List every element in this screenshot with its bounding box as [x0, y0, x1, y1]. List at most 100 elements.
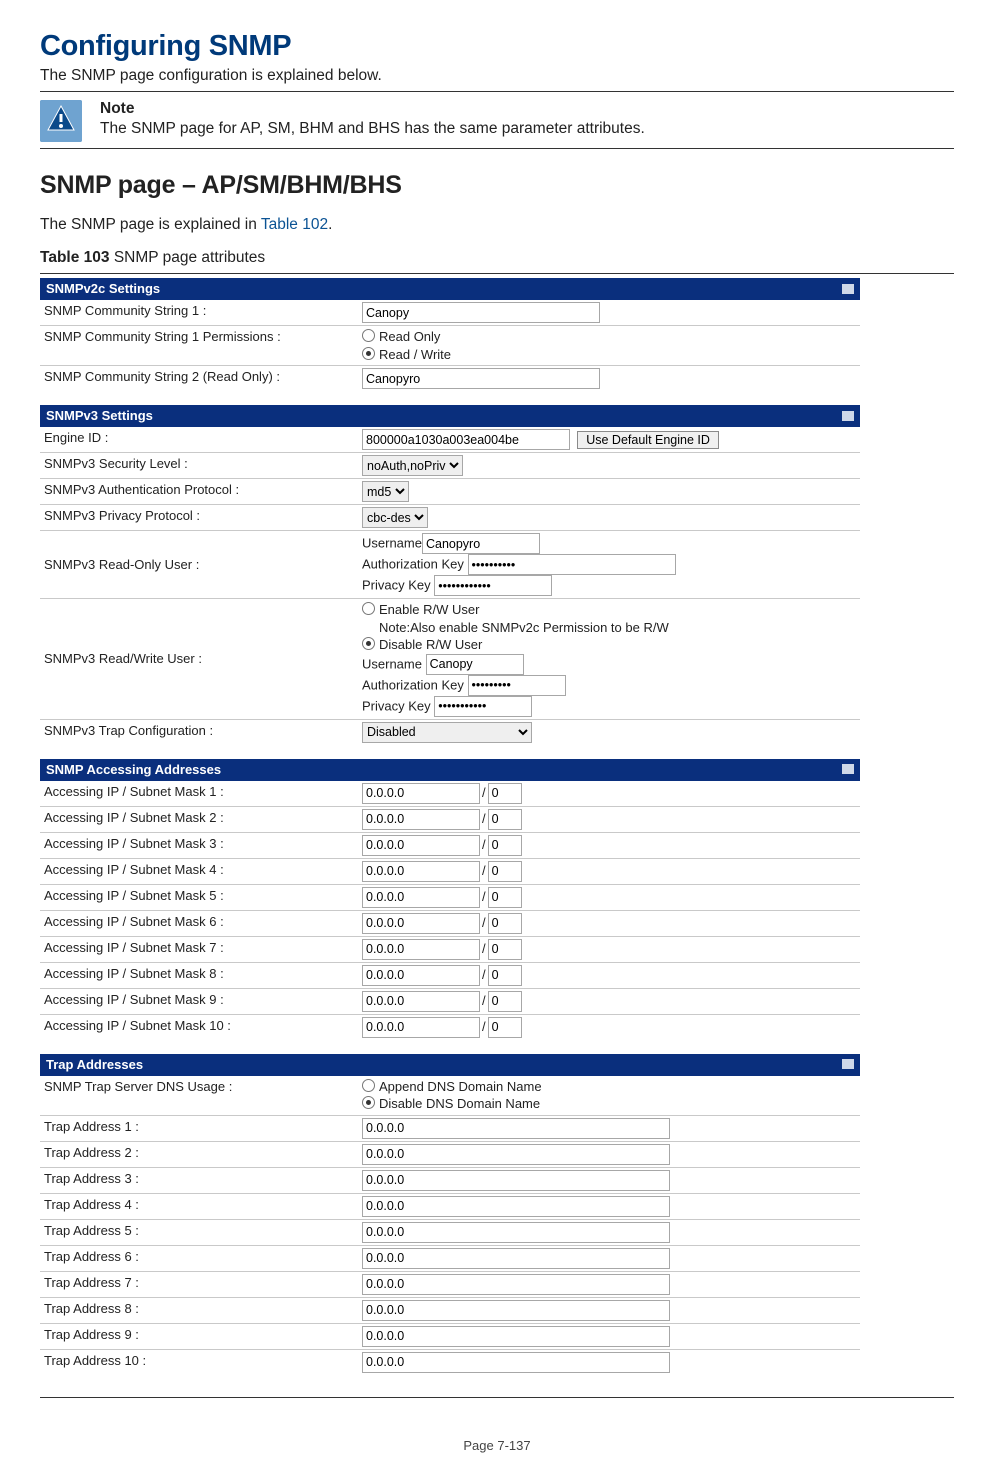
label-access-row: Accessing IP / Subnet Mask 1 :	[40, 781, 358, 807]
label-dns-usage: SNMP Trap Server DNS Usage :	[40, 1076, 358, 1116]
label-access-row: Accessing IP / Subnet Mask 6 :	[40, 910, 358, 936]
select-trap-config[interactable]: Disabled	[362, 722, 532, 743]
radio-append-dns[interactable]	[362, 1079, 375, 1092]
divider	[40, 148, 954, 149]
input-access-ip[interactable]	[362, 913, 480, 934]
label-auth-proto: SNMPv3 Authentication Protocol :	[40, 479, 358, 505]
label-trap-row: Trap Address 10 :	[40, 1349, 358, 1375]
label-trap-config: SNMPv3 Trap Configuration :	[40, 719, 358, 745]
input-access-ip[interactable]	[362, 835, 480, 856]
input-ro-authkey[interactable]	[468, 554, 676, 575]
input-trap-ip[interactable]	[362, 1118, 670, 1139]
input-access-mask[interactable]	[488, 835, 522, 856]
select-priv-proto[interactable]: cbc-des	[362, 507, 428, 528]
label-cs2: SNMP Community String 2 (Read Only) :	[40, 366, 358, 392]
collapse-icon[interactable]	[842, 1059, 854, 1069]
input-rw-privkey[interactable]	[434, 696, 532, 717]
label-access-row: Accessing IP / Subnet Mask 5 :	[40, 884, 358, 910]
input-access-mask[interactable]	[488, 939, 522, 960]
note-body: The SNMP page for AP, SM, BHM and BHS ha…	[100, 120, 645, 138]
label-priv-proto: SNMPv3 Privacy Protocol :	[40, 505, 358, 531]
label-sec-level: SNMPv3 Security Level :	[40, 453, 358, 479]
input-access-ip[interactable]	[362, 939, 480, 960]
label-access-row: Accessing IP / Subnet Mask 2 :	[40, 806, 358, 832]
label-cs1-perm: SNMP Community String 1 Permissions :	[40, 326, 358, 366]
panel-heading: Trap Addresses	[46, 1057, 143, 1072]
input-access-mask[interactable]	[488, 809, 522, 830]
input-access-mask[interactable]	[488, 1017, 522, 1038]
input-cs2[interactable]	[362, 368, 600, 389]
input-access-mask[interactable]	[488, 965, 522, 986]
label-trap-row: Trap Address 3 :	[40, 1167, 358, 1193]
input-access-mask[interactable]	[488, 913, 522, 934]
label-access-row: Accessing IP / Subnet Mask 3 :	[40, 832, 358, 858]
input-rw-authkey[interactable]	[468, 675, 566, 696]
input-access-mask[interactable]	[488, 991, 522, 1012]
panel-heading: SNMPv3 Settings	[46, 408, 153, 423]
label-rw-user: SNMPv3 Read/Write User :	[40, 599, 358, 720]
input-engine-id[interactable]	[362, 429, 570, 450]
collapse-icon[interactable]	[842, 764, 854, 774]
collapse-icon[interactable]	[842, 411, 854, 421]
input-rw-username[interactable]	[426, 654, 524, 675]
label-access-row: Accessing IP / Subnet Mask 7 :	[40, 936, 358, 962]
input-access-ip[interactable]	[362, 991, 480, 1012]
input-access-ip[interactable]	[362, 965, 480, 986]
section-title: SNMP page – AP/SM/BHM/BHS	[40, 171, 954, 200]
label-access-row: Accessing IP / Subnet Mask 10 :	[40, 1014, 358, 1040]
input-access-ip[interactable]	[362, 861, 480, 882]
panel-access-addresses: SNMP Accessing Addresses Accessing IP / …	[40, 759, 860, 1040]
input-trap-ip[interactable]	[362, 1274, 670, 1295]
note-block: Note The SNMP page for AP, SM, BHM and B…	[40, 100, 954, 142]
input-trap-ip[interactable]	[362, 1300, 670, 1321]
input-access-ip[interactable]	[362, 887, 480, 908]
note-icon	[40, 100, 82, 142]
radio-enable-rw[interactable]	[362, 602, 375, 615]
intro-text: The SNMP page configuration is explained…	[40, 67, 954, 85]
input-access-ip[interactable]	[362, 809, 480, 830]
note-title: Note	[100, 100, 645, 118]
input-access-mask[interactable]	[488, 887, 522, 908]
figure-screenshot: SNMPv2c Settings SNMP Community String 1…	[40, 273, 954, 1398]
input-trap-ip[interactable]	[362, 1222, 670, 1243]
panel-snmpv3: SNMPv3 Settings Engine ID : Use Default …	[40, 405, 860, 745]
select-sec-level[interactable]: noAuth,noPriv	[362, 455, 463, 476]
input-trap-ip[interactable]	[362, 1170, 670, 1191]
input-trap-ip[interactable]	[362, 1144, 670, 1165]
label-access-row: Accessing IP / Subnet Mask 4 :	[40, 858, 358, 884]
input-trap-ip[interactable]	[362, 1326, 670, 1347]
panel-heading: SNMPv2c Settings	[46, 281, 160, 296]
input-access-ip[interactable]	[362, 1017, 480, 1038]
input-trap-ip[interactable]	[362, 1248, 670, 1269]
input-access-mask[interactable]	[488, 861, 522, 882]
label-trap-row: Trap Address 5 :	[40, 1219, 358, 1245]
panel-trap-addresses: Trap Addresses SNMP Trap Server DNS Usag…	[40, 1054, 860, 1375]
panel-heading: SNMP Accessing Addresses	[46, 762, 221, 777]
label-access-row: Accessing IP / Subnet Mask 8 :	[40, 962, 358, 988]
label-trap-row: Trap Address 9 :	[40, 1323, 358, 1349]
page-title: Configuring SNMP	[40, 30, 954, 63]
input-trap-ip[interactable]	[362, 1196, 670, 1217]
label-trap-row: Trap Address 6 :	[40, 1245, 358, 1271]
button-default-engine-id[interactable]: Use Default Engine ID	[577, 431, 719, 449]
input-access-mask[interactable]	[488, 783, 522, 804]
label-trap-row: Trap Address 1 :	[40, 1115, 358, 1141]
radio-read-only[interactable]	[362, 329, 375, 342]
label-engine-id: Engine ID :	[40, 427, 358, 453]
input-ro-privkey[interactable]	[434, 575, 552, 596]
input-ro-username[interactable]	[422, 533, 540, 554]
radio-disable-rw[interactable]	[362, 637, 375, 650]
collapse-icon[interactable]	[842, 284, 854, 294]
label-trap-row: Trap Address 7 :	[40, 1271, 358, 1297]
input-cs1[interactable]	[362, 302, 600, 323]
radio-read-write[interactable]	[362, 347, 375, 360]
table-caption: Table 103 SNMP page attributes	[40, 249, 954, 267]
page-number: Page 7-137	[40, 1438, 954, 1453]
input-trap-ip[interactable]	[362, 1352, 670, 1373]
table-ref-link[interactable]: Table 102	[261, 216, 328, 233]
radio-disable-dns[interactable]	[362, 1096, 375, 1109]
select-auth-proto[interactable]: md5	[362, 481, 409, 502]
input-access-ip[interactable]	[362, 783, 480, 804]
label-cs1: SNMP Community String 1 :	[40, 300, 358, 326]
label-trap-row: Trap Address 8 :	[40, 1297, 358, 1323]
